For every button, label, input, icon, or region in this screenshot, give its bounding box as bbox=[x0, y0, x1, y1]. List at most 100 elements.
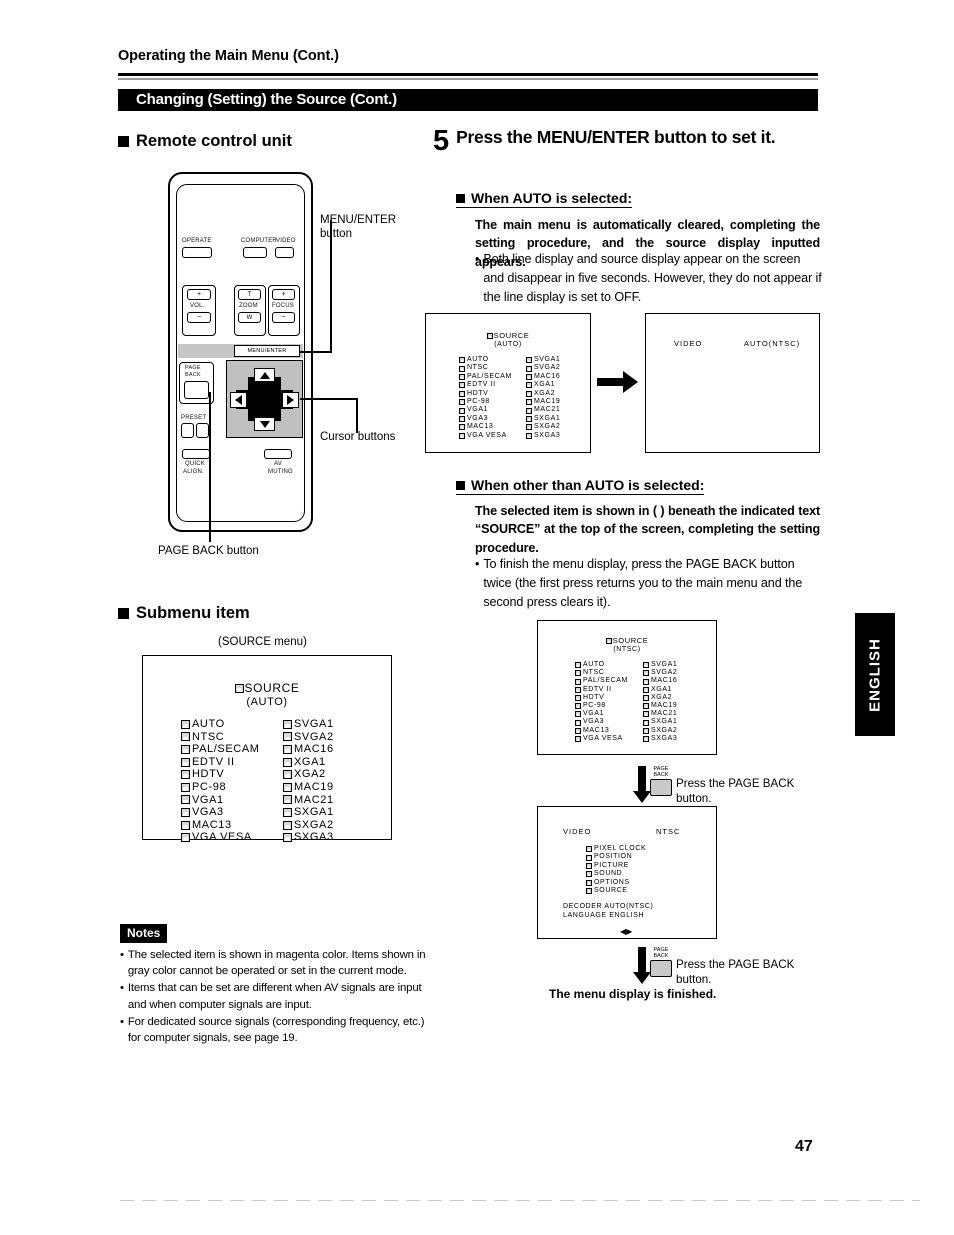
cursor-button-down[interactable] bbox=[254, 417, 275, 431]
remote-button-zoom-tele[interactable]: T bbox=[238, 289, 261, 300]
osd-source-item[interactable]: VGA3 bbox=[459, 415, 512, 423]
osd-source-item[interactable]: SXGA1 bbox=[643, 718, 677, 726]
osd-source-item[interactable]: MAC16 bbox=[526, 373, 560, 381]
osd-source-item[interactable]: XGA2 bbox=[526, 390, 560, 398]
osd-source-item[interactable]: MAC13 bbox=[181, 819, 260, 832]
osd-source-item[interactable]: MAC21 bbox=[283, 794, 334, 807]
osd-source-item[interactable]: AUTO bbox=[181, 718, 260, 731]
osd-source-item[interactable]: VGA3 bbox=[181, 806, 260, 819]
cursor-button-up[interactable] bbox=[254, 368, 275, 382]
osd-source-item[interactable]: VGA VESA bbox=[181, 831, 260, 844]
osd-source-item[interactable]: XGA1 bbox=[526, 381, 560, 389]
osd-source-item[interactable]: SXGA1 bbox=[526, 415, 560, 423]
osd-source-item[interactable]: EDTV II bbox=[181, 756, 260, 769]
osd-source-item[interactable]: XGA2 bbox=[643, 694, 677, 702]
osd-source-item[interactable]: PICTURE bbox=[586, 862, 646, 870]
remote-button-volume-up[interactable]: + bbox=[187, 289, 211, 300]
osd-source-item[interactable]: XGA2 bbox=[283, 768, 334, 781]
osd-source-item[interactable]: POSITION bbox=[586, 853, 646, 861]
osd-source-item[interactable]: SVGA2 bbox=[283, 731, 334, 744]
osd-source-column-right: SVGA1 SVGA2 MAC16 XGA1 XGA2 MAC19 MAC21 SXGA1 SX… bbox=[283, 718, 334, 844]
osd-source-item[interactable]: EDTV II bbox=[575, 686, 628, 694]
callout-line-cursor-horizontal bbox=[300, 398, 358, 400]
osd-source-item-label: HDTV bbox=[467, 389, 489, 397]
osd-source-item[interactable]: EDTV II bbox=[459, 381, 512, 389]
remote-button-focus-down[interactable]: − bbox=[272, 312, 295, 323]
osd-source-item[interactable]: HDTV bbox=[459, 390, 512, 398]
remote-button-computer[interactable] bbox=[243, 247, 267, 258]
osd-source-item[interactable]: VGA VESA bbox=[459, 432, 512, 440]
remote-button-menu-enter[interactable]: MENU/ENTER bbox=[234, 345, 300, 357]
checkbox-icon bbox=[643, 686, 649, 693]
remote-button-zoom-wide[interactable]: W bbox=[238, 312, 261, 323]
osd-source-item[interactable]: AUTO bbox=[575, 661, 628, 669]
osd-source-item[interactable]: VGA VESA bbox=[575, 735, 628, 743]
note-text: The selected item is shown in magenta co… bbox=[127, 949, 426, 978]
remote-button-quick-align[interactable] bbox=[182, 449, 210, 459]
osd-source-item[interactable]: SVGA1 bbox=[526, 356, 560, 364]
osd-source-item[interactable]: MAC16 bbox=[643, 677, 677, 685]
page-back-icon-label-1: PAGE BACK bbox=[648, 766, 674, 779]
checkbox-icon bbox=[181, 833, 190, 843]
remote-button-volume-down[interactable]: − bbox=[187, 312, 211, 323]
osd-source-item[interactable]: SXGA3 bbox=[643, 735, 677, 743]
osd-source-item[interactable]: VGA1 bbox=[181, 794, 260, 807]
osd-source-item[interactable]: NTSC bbox=[459, 364, 512, 372]
osd-source-item[interactable]: MAC19 bbox=[526, 398, 560, 406]
cursor-button-left[interactable] bbox=[230, 392, 247, 408]
osd-source-item[interactable]: MAC13 bbox=[575, 727, 628, 735]
remote-button-operate[interactable] bbox=[182, 247, 212, 258]
osd-source-item[interactable]: MAC21 bbox=[526, 406, 560, 414]
osd-source-item[interactable]: SVGA1 bbox=[283, 718, 334, 731]
osd-source-item[interactable]: SOUND bbox=[586, 870, 646, 878]
triangle-right-icon bbox=[287, 395, 294, 405]
remote-button-av-muting[interactable] bbox=[264, 449, 292, 459]
square-bullet-icon bbox=[456, 193, 465, 203]
osd-source-item[interactable]: SXGA3 bbox=[283, 831, 334, 844]
osd-source-item[interactable]: MAC21 bbox=[643, 710, 677, 718]
osd-source-item[interactable]: PIXEL CLOCK bbox=[586, 845, 646, 853]
remote-label-quick: QUICK bbox=[185, 461, 206, 467]
remote-button-page-back[interactable] bbox=[184, 381, 209, 399]
osd-source-item[interactable]: SXGA2 bbox=[643, 727, 677, 735]
osd-source-item[interactable]: NTSC bbox=[181, 731, 260, 744]
osd-source-item[interactable]: PC-98 bbox=[181, 781, 260, 794]
osd-source-item[interactable]: VGA1 bbox=[575, 710, 628, 718]
remote-button-preset-right[interactable] bbox=[196, 423, 209, 438]
osd-source-item-label: SXGA1 bbox=[651, 718, 678, 726]
osd-source-item[interactable]: SVGA2 bbox=[643, 669, 677, 677]
osd-source-item[interactable]: SXGA2 bbox=[526, 423, 560, 431]
osd-source-item[interactable]: MAC13 bbox=[459, 423, 512, 431]
osd-source-item[interactable]: SVGA1 bbox=[643, 661, 677, 669]
osd-source-item[interactable]: PC-98 bbox=[459, 398, 512, 406]
osd-source-item[interactable]: MAC19 bbox=[643, 702, 677, 710]
osd-source-item[interactable]: MAC19 bbox=[283, 781, 334, 794]
osd-source-item[interactable]: XGA1 bbox=[643, 686, 677, 694]
osd-source-item[interactable]: PAL/SECAM bbox=[459, 373, 512, 381]
osd-source-item[interactable]: VGA3 bbox=[575, 718, 628, 726]
remote-button-video[interactable] bbox=[275, 247, 294, 258]
osd-source-item-label: OPTIONS bbox=[594, 878, 630, 886]
osd-source-item[interactable]: SVGA2 bbox=[526, 364, 560, 372]
osd-source-item[interactable]: PAL/SECAM bbox=[181, 743, 260, 756]
osd-source-item[interactable]: HDTV bbox=[181, 768, 260, 781]
osd-source-item[interactable]: AUTO bbox=[459, 356, 512, 364]
checkbox-icon bbox=[586, 863, 592, 870]
osd-source-item[interactable]: XGA1 bbox=[283, 756, 334, 769]
osd-source-item[interactable]: HDTV bbox=[575, 694, 628, 702]
osd-source-item[interactable]: SXGA1 bbox=[283, 806, 334, 819]
square-bullet-icon bbox=[118, 136, 129, 147]
osd-source-item[interactable]: PAL/SECAM bbox=[575, 677, 628, 685]
osd-source-item[interactable]: MAC16 bbox=[283, 743, 334, 756]
osd-source-item[interactable]: SXGA2 bbox=[283, 819, 334, 832]
remote-button-preset-left[interactable] bbox=[181, 423, 194, 438]
cursor-button-right[interactable] bbox=[282, 392, 299, 408]
osd-source-item[interactable]: VGA1 bbox=[459, 406, 512, 414]
osd-source-item[interactable]: PC-98 bbox=[575, 702, 628, 710]
osd-source-item[interactable]: OPTIONS bbox=[586, 879, 646, 887]
osd-source-item[interactable]: NTSC bbox=[575, 669, 628, 677]
osd-source-item[interactable]: SOURCE bbox=[586, 887, 646, 895]
page-back-icon-label-bottom: BACK bbox=[653, 771, 669, 778]
remote-button-focus-up[interactable]: + bbox=[272, 289, 295, 300]
osd-source-item[interactable]: SXGA3 bbox=[526, 432, 560, 440]
